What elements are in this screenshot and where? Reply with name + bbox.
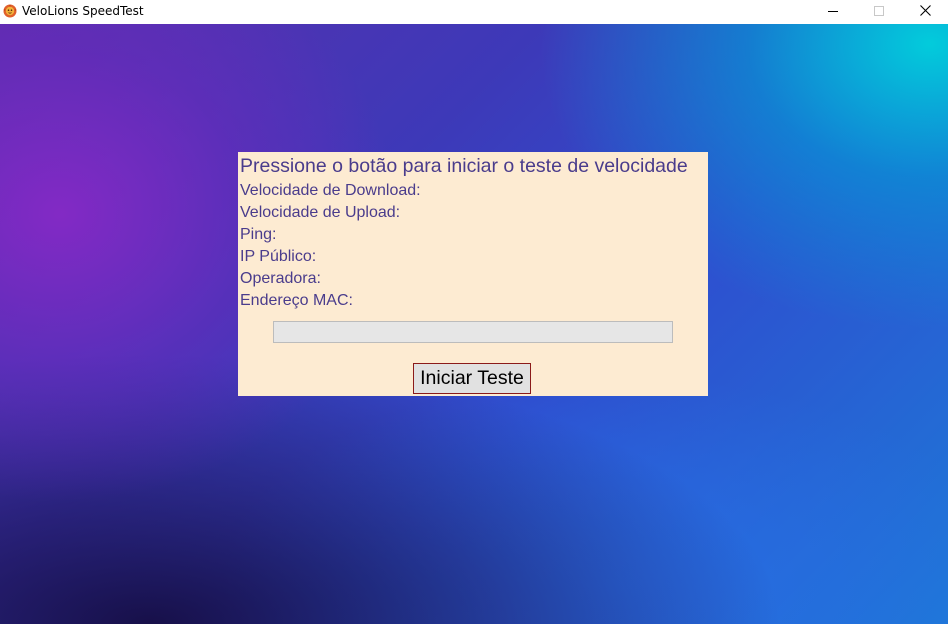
ping-label: Ping: xyxy=(240,226,277,243)
maximize-icon xyxy=(874,3,884,21)
close-button[interactable] xyxy=(902,0,948,24)
app-background: Pressione o botão para iniciar o teste d… xyxy=(0,24,948,625)
window-title: VeloLions SpeedTest xyxy=(22,4,144,18)
download-speed-label: Velocidade de Download: xyxy=(240,182,421,199)
start-test-button[interactable]: Iniciar Teste xyxy=(413,363,531,394)
mac-address-label: Endereço MAC: xyxy=(240,292,353,309)
minimize-icon xyxy=(828,3,838,21)
close-icon xyxy=(919,3,931,21)
carrier-label: Operadora: xyxy=(240,270,321,287)
speedtest-panel: Pressione o botão para iniciar o teste d… xyxy=(238,152,708,396)
app-window: VeloLions SpeedTest Pressione o botão pa… xyxy=(0,0,948,625)
title-bar[interactable]: VeloLions SpeedTest xyxy=(0,0,948,24)
lion-logo-icon xyxy=(3,4,17,18)
upload-speed-label: Velocidade de Upload: xyxy=(240,204,401,221)
maximize-button[interactable] xyxy=(856,0,902,24)
minimize-button[interactable] xyxy=(810,0,856,24)
panel-heading: Pressione o botão para iniciar o teste d… xyxy=(240,155,688,177)
progress-bar xyxy=(273,321,673,343)
public-ip-label: IP Público: xyxy=(240,248,317,265)
